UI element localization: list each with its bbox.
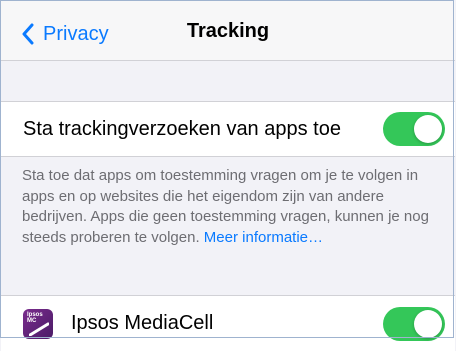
app-name: Ipsos MediaCell — [71, 312, 214, 334]
tracking-requests-cell: Sta trackingverzoeken van apps toe — [1, 101, 455, 157]
app-icon-text-line1: Ipsos — [27, 311, 43, 318]
app-list: Ipsos MC Ipsos MediaCell — [1, 295, 455, 351]
toggle-knob — [414, 115, 442, 143]
tracking-footer-text: Sta toe dat apps om toestemming vragen o… — [22, 166, 440, 248]
ipsos-mediacell-toggle[interactable] — [383, 306, 445, 341]
page-title: Tracking — [186, 20, 270, 42]
tracking-requests-label: Sta trackingverzoeken van apps toe — [23, 117, 341, 140]
toggle-knob — [414, 309, 442, 338]
ipsos-mediacell-app-icon: Ipsos MC — [23, 308, 53, 339]
app-icon-graphic — [29, 322, 49, 336]
navigation-bar: Privacy Tracking — [1, 1, 455, 61]
tracking-requests-toggle[interactable] — [383, 112, 445, 146]
app-row-ipsos-mediacell: Ipsos MC Ipsos MediaCell — [1, 296, 455, 351]
more-info-link[interactable]: Meer informatie… — [204, 229, 323, 246]
